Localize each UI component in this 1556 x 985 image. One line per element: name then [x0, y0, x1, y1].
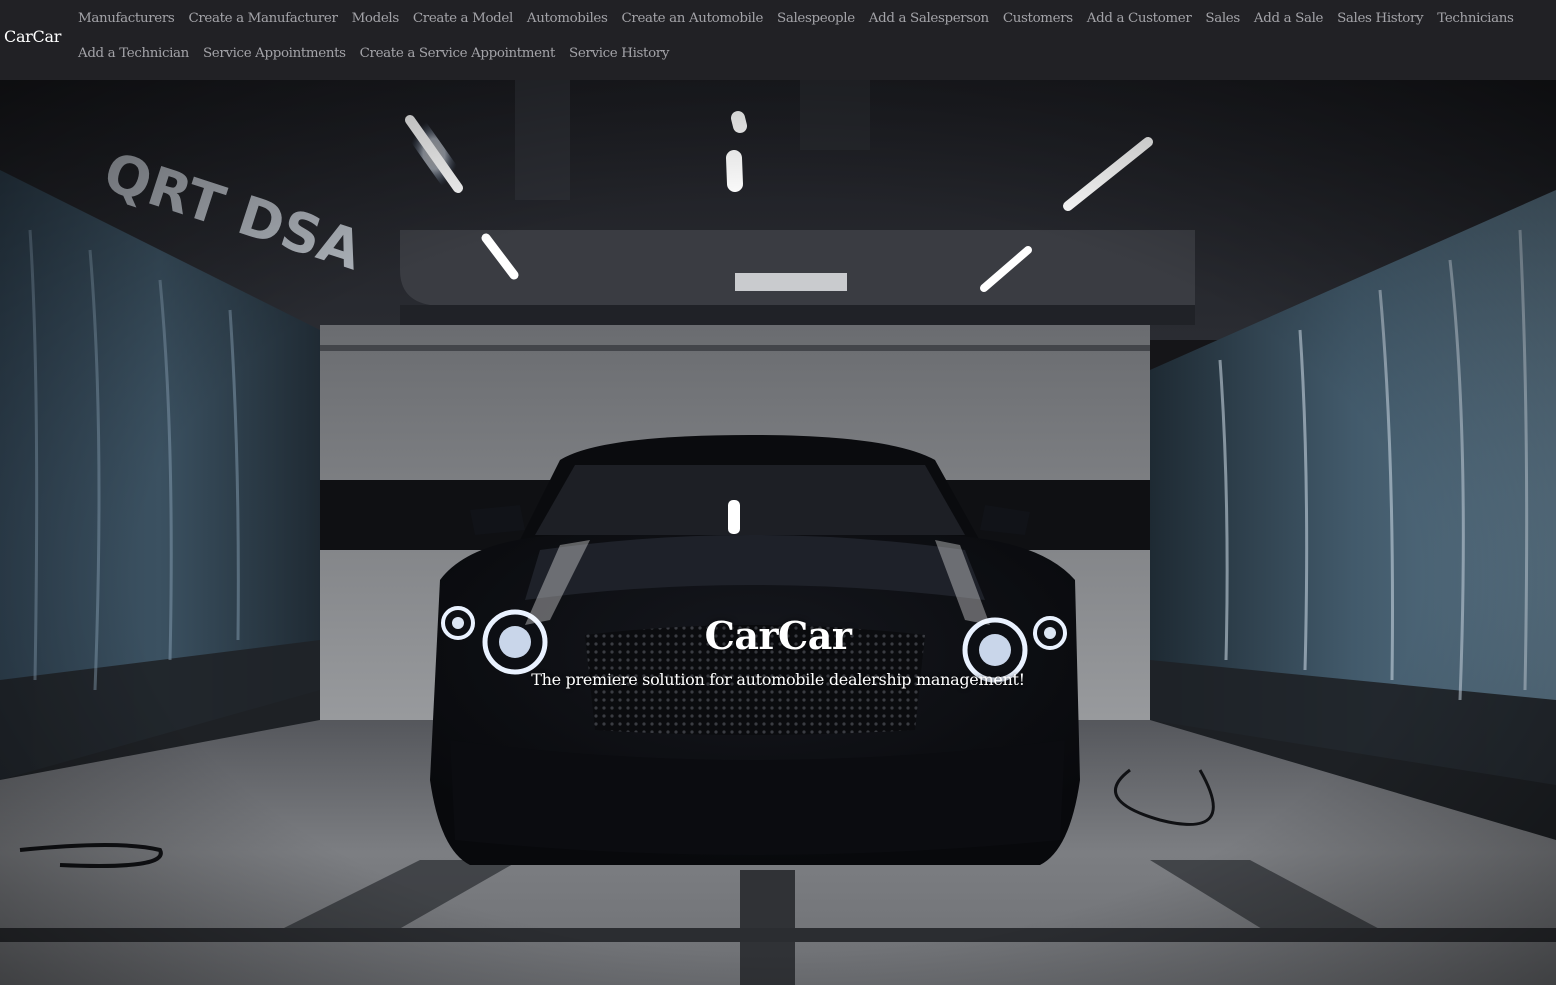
nav-link-manufacturers[interactable]: Manufacturers [78, 8, 175, 29]
hero-section: QRT DSA [0, 80, 1556, 985]
hero-text-block: CarCar The premiere solution for automob… [0, 610, 1556, 692]
nav-link-add-salesperson[interactable]: Add a Salesperson [869, 8, 989, 29]
nav-link-customers[interactable]: Customers [1003, 8, 1073, 29]
nav-links: Manufacturers Create a Manufacturer Mode… [78, 8, 1518, 64]
nav-link-add-technician[interactable]: Add a Technician [78, 43, 189, 64]
brand-link[interactable]: CarCar [4, 27, 61, 46]
top-navbar: CarCar Manufacturers Create a Manufactur… [0, 0, 1556, 80]
nav-link-service-appointments[interactable]: Service Appointments [203, 43, 346, 64]
nav-link-create-automobile[interactable]: Create an Automobile [622, 8, 764, 29]
hero-subtitle: The premiere solution for automobile dea… [531, 670, 1025, 689]
nav-link-create-manufacturer[interactable]: Create a Manufacturer [188, 8, 337, 29]
hero-title: CarCar [704, 613, 852, 658]
nav-link-service-history[interactable]: Service History [569, 43, 669, 64]
nav-link-technicians[interactable]: Technicians [1437, 8, 1514, 29]
nav-link-sales[interactable]: Sales [1205, 8, 1240, 29]
nav-link-add-customer[interactable]: Add a Customer [1087, 8, 1192, 29]
nav-link-automobiles[interactable]: Automobiles [527, 8, 608, 29]
nav-link-create-model[interactable]: Create a Model [413, 8, 513, 29]
nav-link-create-service-appointment[interactable]: Create a Service Appointment [360, 43, 556, 64]
hero-background-image: QRT DSA [0, 80, 1556, 985]
nav-link-models[interactable]: Models [352, 8, 400, 29]
nav-link-salespeople[interactable]: Salespeople [777, 8, 855, 29]
nav-link-sales-history[interactable]: Sales History [1337, 8, 1424, 29]
nav-link-add-sale[interactable]: Add a Sale [1254, 8, 1324, 29]
